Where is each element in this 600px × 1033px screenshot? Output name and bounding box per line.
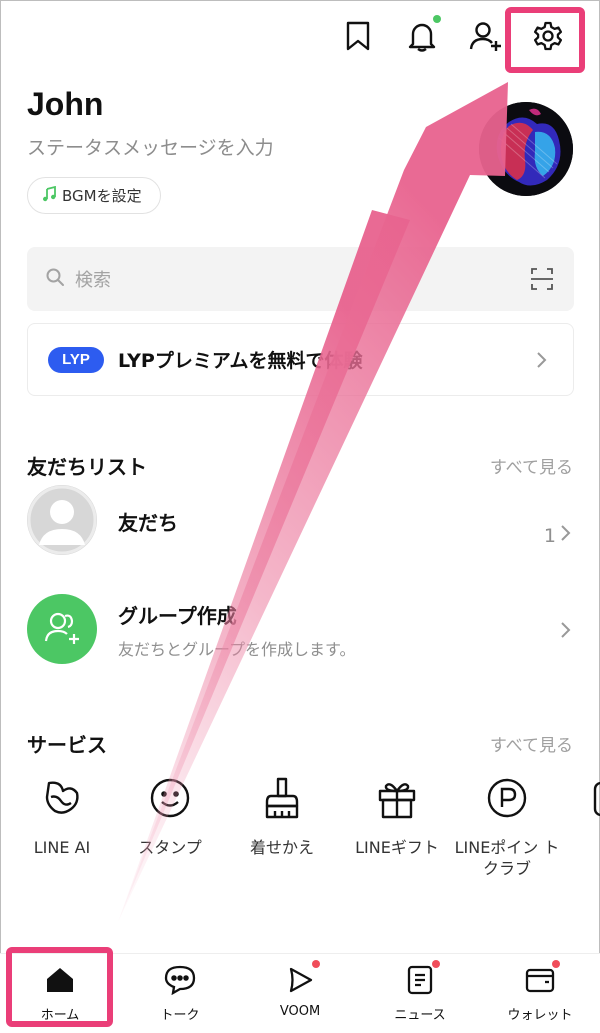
status-message-input[interactable]: ステータスメッセージを入力 (27, 133, 274, 160)
service-line-points[interactable]: LINEポイン トクラブ (452, 775, 562, 879)
news-icon (402, 960, 440, 998)
lyp-logo: LYP (48, 346, 104, 373)
services-see-all-link[interactable]: すべて見る (490, 731, 573, 756)
qr-scan-icon[interactable] (530, 267, 554, 291)
create-group-row[interactable]: グループ作成 友だちとグループを作成します。 (27, 594, 574, 664)
wallet-icon (522, 960, 560, 998)
game-icon (589, 775, 600, 821)
default-avatar-icon (27, 485, 97, 555)
voom-icon (282, 960, 320, 998)
create-group-subtitle: 友だちとグループを作成します。 (118, 640, 356, 659)
create-group-title: グループ作成 (118, 604, 237, 628)
settings-highlight-box (505, 7, 585, 73)
search-input[interactable]: 検索 (75, 266, 111, 292)
services-title: サービス (27, 733, 107, 757)
notification-dot (312, 960, 320, 968)
tab-voom[interactable]: VOOM (240, 960, 360, 1019)
tab-label: ウォレット (507, 1008, 573, 1023)
line-ai-icon (39, 775, 85, 821)
brush-icon (259, 775, 305, 821)
chevron-right-icon (558, 523, 574, 548)
service-line-gift[interactable]: LINEギフト (342, 775, 452, 858)
profile-name[interactable]: John (27, 86, 103, 123)
service-label: LINEギフト (355, 838, 439, 857)
bgm-label: BGMを設定 (62, 187, 142, 205)
service-stamp[interactable]: スタンプ (115, 775, 225, 858)
search-icon (45, 267, 65, 291)
profile-avatar[interactable] (479, 102, 573, 196)
point-icon (484, 775, 530, 821)
chat-icon (162, 962, 198, 998)
lyp-premium-banner[interactable]: LYP LYPプレミアムを無料で体験 (27, 323, 574, 396)
friends-row-label: 友だち (118, 511, 178, 535)
search-bar[interactable]: 検索 (27, 247, 574, 311)
home-tab-highlight-box (6, 947, 113, 1027)
service-theme[interactable]: 着せかえ (227, 775, 337, 858)
tab-news[interactable]: ニュース (360, 960, 480, 1023)
notification-dot (432, 960, 440, 968)
music-note-icon (42, 185, 56, 206)
service-label: 着せかえ (249, 838, 314, 857)
service-line-ai[interactable]: LINE AI (27, 775, 117, 858)
friends-see-all-link[interactable]: すべて見る (490, 453, 573, 478)
notification-dot (433, 15, 441, 23)
service-label: スタンプ (138, 838, 202, 857)
tab-talk[interactable]: トーク (120, 962, 240, 1023)
tab-label: トーク (160, 1008, 200, 1023)
friends-count: 1 (544, 523, 574, 548)
add-friend-icon[interactable] (466, 16, 506, 56)
tab-wallet[interactable]: ウォレット (480, 960, 600, 1023)
chevron-right-icon (558, 620, 574, 640)
smiley-icon (147, 775, 193, 821)
services-row: LINE AI スタンプ 着せかえ LINEギフト LINEポイン トクラブ G… (27, 775, 600, 885)
tab-label: ニュース (394, 1008, 446, 1023)
bgm-button[interactable]: BGMを設定 (27, 177, 161, 214)
service-label: LINEポイン トクラブ (454, 838, 560, 878)
service-label: GA (557, 837, 600, 858)
notification-dot (552, 960, 560, 968)
create-group-icon (27, 594, 97, 664)
lyp-promo-text: LYPプレミアムを無料で体験 (118, 350, 363, 372)
tab-label: VOOM (279, 1004, 321, 1019)
chevron-right-icon (531, 350, 551, 370)
friends-list-title: 友だちリスト (27, 455, 147, 479)
service-label: LINE AI (33, 838, 91, 857)
friends-row[interactable]: 友だち 1 (27, 485, 574, 555)
bookmark-icon[interactable] (338, 16, 378, 56)
bell-icon[interactable] (402, 15, 442, 56)
gift-icon (374, 775, 420, 821)
friends-count-value: 1 (543, 524, 556, 547)
service-game[interactable]: GA (557, 775, 600, 858)
